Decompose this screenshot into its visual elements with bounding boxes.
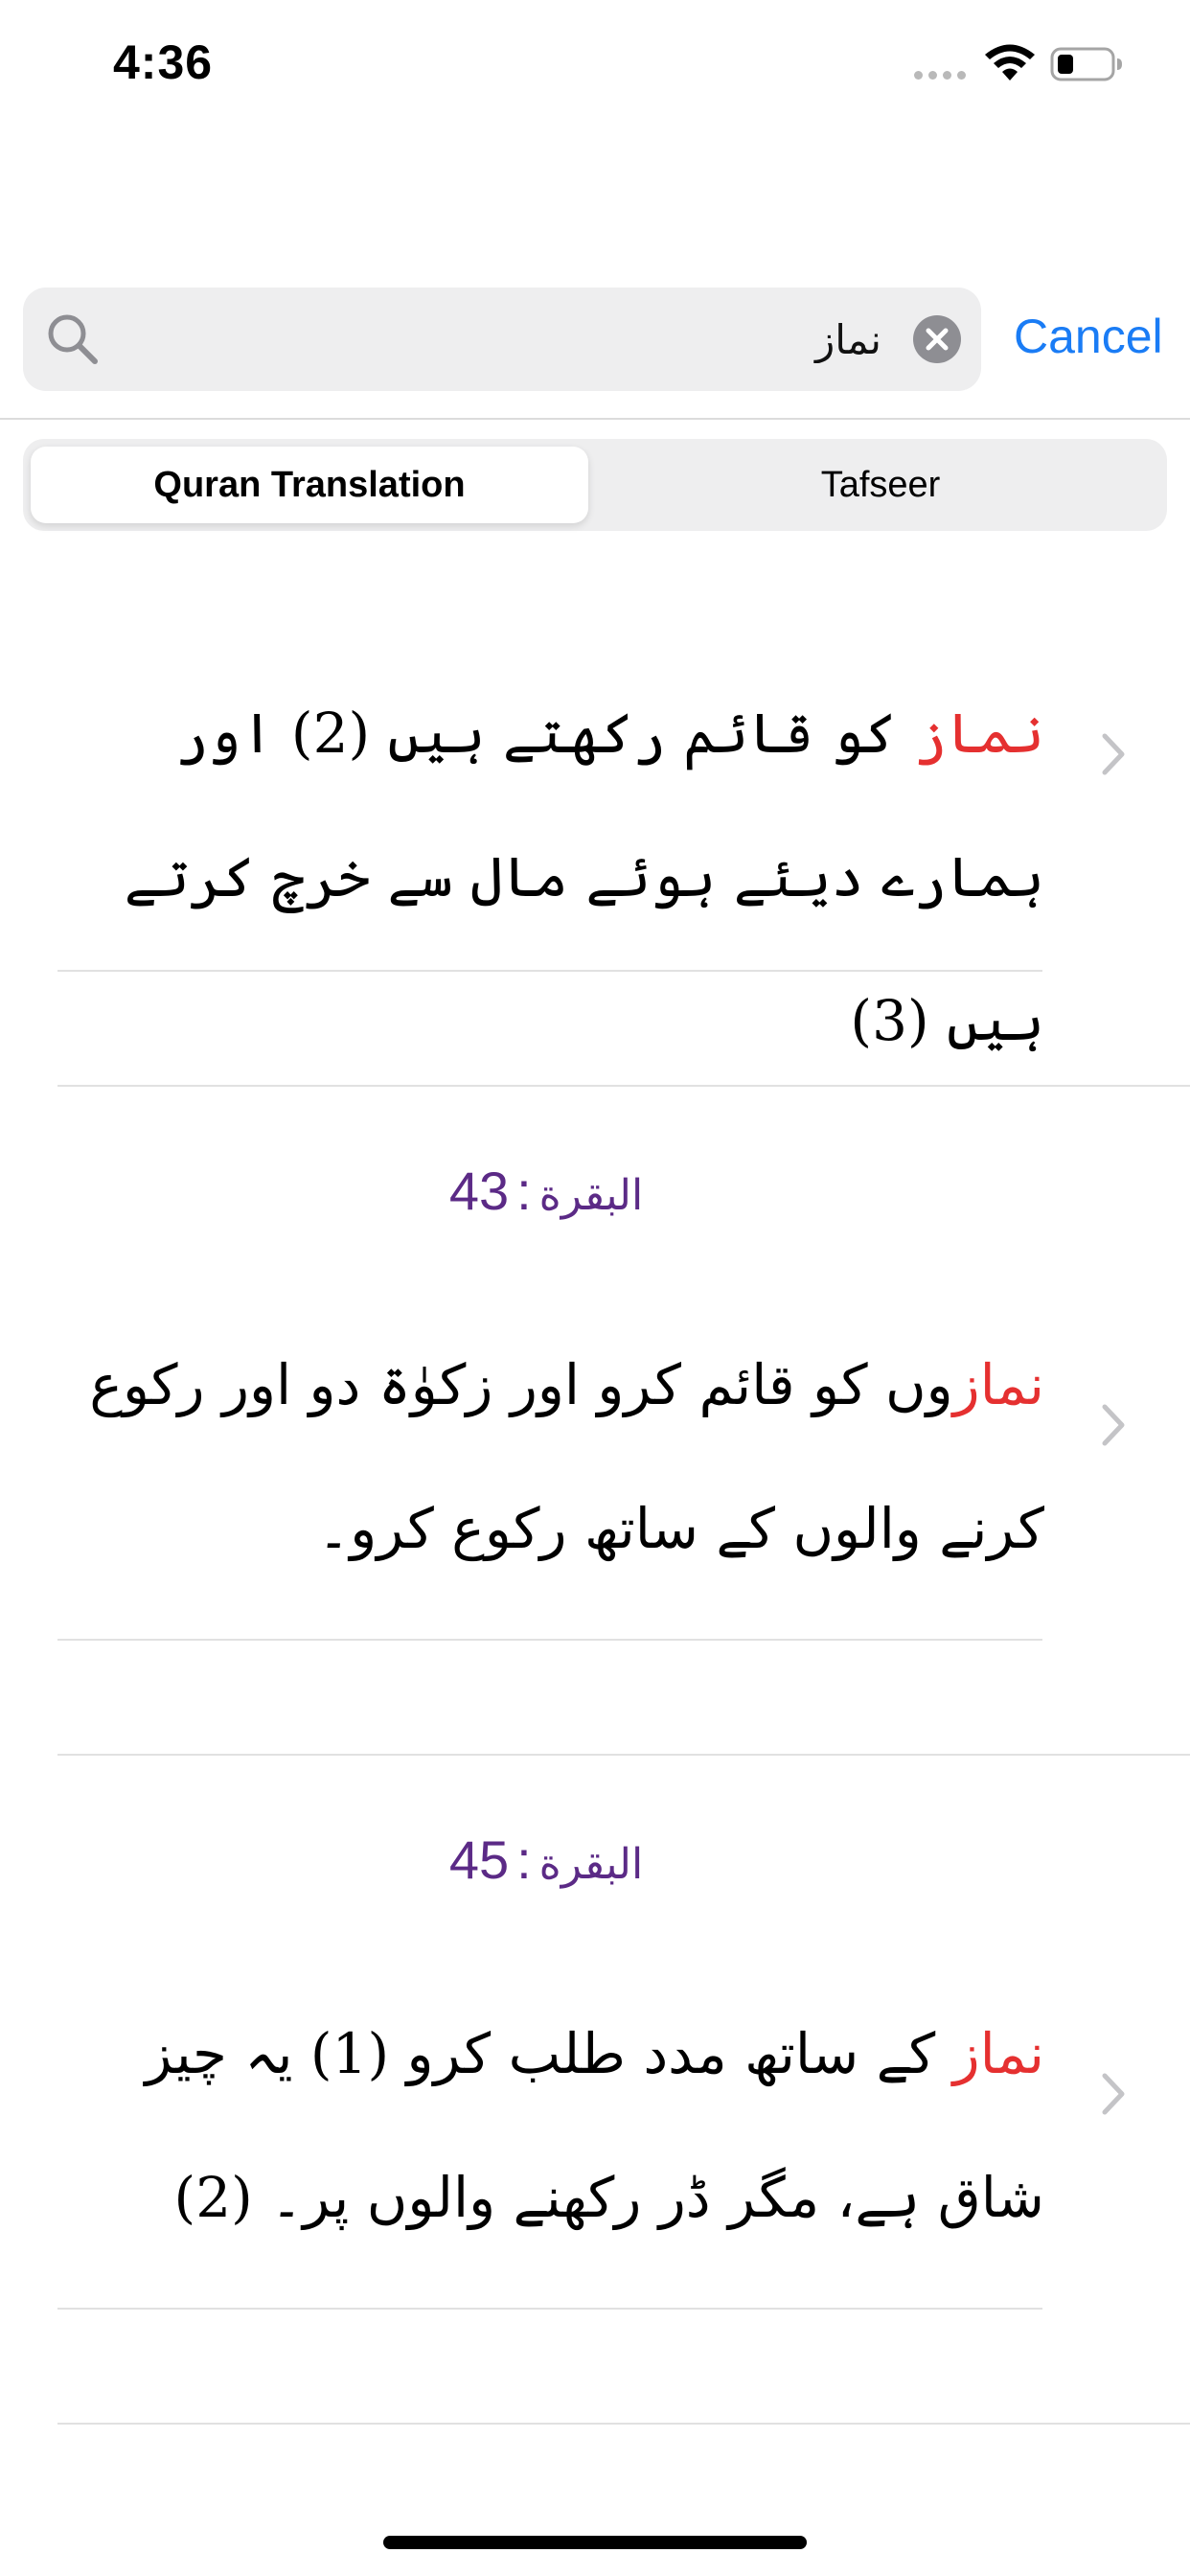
clear-search-icon[interactable] [912,314,962,364]
result-reference: 43: البقرة [287,1160,805,1222]
search-icon [48,314,98,364]
result-body: کے ساتھ مدد طلب کرو (1) یہ چیز شاق ہے، م… [145,2021,1044,2230]
surah-name: البقرة [538,1171,644,1220]
result-row[interactable]: 43: البقرة نمازوں کو قائم کرو اور زکوٰۃ د… [0,1112,1190,1763]
result-text: نماز کے ساتھ مدد طلب کرو (1) یہ چیز شاق … [57,1982,1044,2269]
highlighted-term: نماز [914,701,1044,766]
ayah-number: 43 [448,1161,510,1221]
chevron-right-icon [1102,733,1125,775]
result-reference: 45: البقرة [287,1828,805,1891]
surah-name: البقرة [538,1840,644,1889]
section-divider [57,1085,1190,1087]
chevron-right-icon [1102,1404,1125,1446]
tab-quran-translation[interactable]: Quran Translation [31,447,588,523]
highlighted-term: نماز [952,1352,1044,1417]
row-divider [57,970,1042,972]
status-time: 4:36 [113,35,214,89]
result-body: وں کو قائم کرو اور زکوٰۃ دو اور رکوع کرن… [89,1352,1044,1561]
reference-separator: : [516,1161,532,1221]
wifi-icon [985,44,1035,80]
result-body: کو قائم رکھتے ہیں (2) اور ہمارے دیئے ہوئ… [124,701,1044,1053]
home-indicator [383,2536,807,2549]
result-text: نمازوں کو قائم کرو اور زکوٰۃ دو اور رکوع… [57,1313,1044,1600]
search-divider [0,418,1190,420]
reference-separator: : [516,1829,532,1890]
result-row[interactable]: نماز کو قائم رکھتے ہیں (2) اور ہمارے دیئ… [0,632,1190,1092]
section-divider [57,1754,1190,1756]
result-text: نماز کو قائم رکھتے ہیں (2) اور ہمارے دیئ… [57,661,1044,1092]
segmented-control: Quran Translation Tafseer [23,439,1167,531]
row-divider [57,1639,1042,1641]
cancel-button[interactable]: Cancel [1014,309,1163,364]
row-divider [57,2308,1042,2310]
ayah-number: 45 [448,1829,510,1890]
battery-icon [1050,47,1122,81]
highlighted-term: نماز [952,2021,1044,2086]
search-bar [23,288,981,391]
result-row[interactable]: 45: البقرة نماز کے ساتھ مدد طلب کرو (1) ی… [0,1781,1190,2432]
status-bar: 4:36 [0,0,1190,134]
search-input[interactable] [153,288,881,391]
tab-tafseer[interactable]: Tafseer [602,447,1159,523]
chevron-right-icon [1102,2073,1125,2115]
cellular-signal-icon [914,71,966,80]
section-divider [57,2423,1190,2425]
